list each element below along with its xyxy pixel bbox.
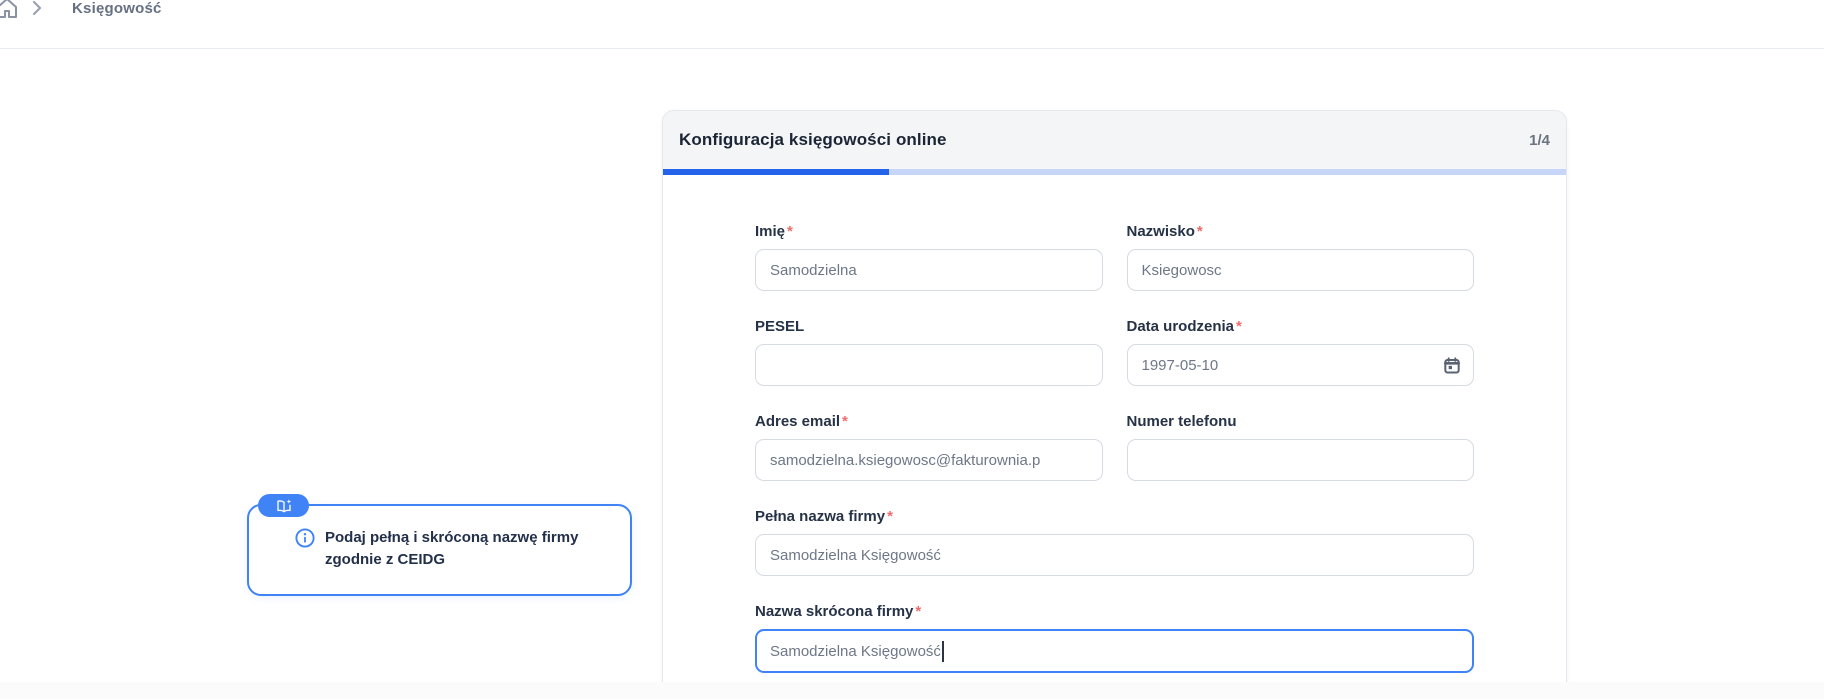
required-marker: *: [915, 603, 922, 620]
required-marker: *: [787, 223, 793, 240]
field-pesel: PESEL: [755, 318, 1103, 386]
company-short-name-value: Samodzielna Księgowość: [770, 642, 941, 660]
field-email: Adres email *: [755, 413, 1103, 481]
email-input[interactable]: [755, 439, 1103, 481]
book-sparkle-icon: [258, 494, 309, 517]
accounting-setup-card: Konfiguracja księgowości online 1/4 Imię…: [662, 110, 1567, 682]
phone-label: Numer telefonu: [1126, 413, 1237, 430]
field-last-name: Nazwisko *: [1126, 223, 1474, 291]
field-first-name: Imię *: [755, 223, 1103, 291]
birth-date-label: Data urodzenia *: [1126, 318, 1242, 335]
pesel-label: PESEL: [755, 318, 805, 335]
tooltip-text: Podaj pełną i skróconą nazwę firmy zgodn…: [325, 529, 579, 568]
wizard-header: Konfiguracja księgowości online 1/4: [663, 111, 1566, 169]
birth-date-input[interactable]: [1126, 344, 1474, 386]
step-indicator: 1/4: [1529, 131, 1550, 149]
company-full-name-label: Pełna nazwa firmy *: [755, 508, 893, 525]
required-marker: *: [1196, 223, 1203, 240]
last-name-label: Nazwisko *: [1126, 223, 1203, 240]
viewport-bottom-strip: [0, 682, 1824, 699]
wizard-form: Imię* Nazwisko* PESEL Data urodzenia*: [663, 175, 1566, 699]
breadcrumb-item-ksiegowosc[interactable]: Księgowość: [72, 0, 162, 17]
wizard-title: Konfiguracja księgowości online: [679, 130, 947, 149]
breadcrumb: Księgowość: [0, 0, 1824, 49]
last-name-input[interactable]: [1126, 249, 1474, 291]
home-icon[interactable]: [0, 0, 20, 25]
company-name-hint-tooltip: Podaj pełną i skróconą nazwę firmy zgodn…: [247, 494, 632, 596]
info-icon: [295, 528, 315, 571]
company-short-name-input[interactable]: Samodzielna Księgowość: [755, 629, 1474, 673]
field-birth-date: Data urodzenia *: [1126, 318, 1474, 386]
pesel-input[interactable]: [755, 344, 1103, 386]
calendar-icon[interactable]: [1441, 354, 1463, 376]
required-marker: *: [887, 508, 893, 525]
email-label: Adres email *: [755, 413, 848, 430]
first-name-input[interactable]: [755, 249, 1103, 291]
required-marker: *: [842, 413, 848, 430]
first-name-label: Imię *: [755, 223, 793, 240]
required-marker: *: [1236, 318, 1242, 335]
field-company-short-name: Nazwa skrócona firmy * Samodzielna Księgo…: [755, 603, 1474, 673]
company-full-name-input[interactable]: [755, 534, 1474, 576]
phone-input[interactable]: [1126, 439, 1474, 481]
company-short-name-label: Nazwa skrócona firmy *: [755, 603, 922, 620]
field-company-full-name: Pełna nazwa firmy *: [755, 508, 1474, 576]
field-phone: Numer telefonu: [1126, 413, 1474, 481]
chevron-right-icon: [29, 0, 45, 21]
text-cursor: [941, 640, 944, 662]
